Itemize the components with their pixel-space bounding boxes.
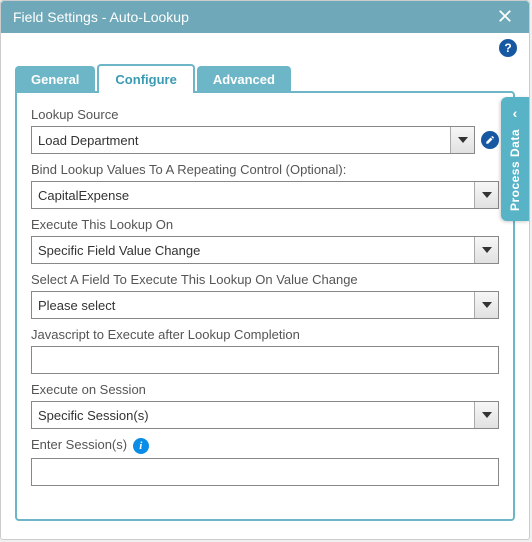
chevron-down-icon	[474, 182, 498, 208]
chevron-down-icon	[474, 402, 498, 428]
select-field-select[interactable]: Please select	[31, 291, 499, 319]
tab-panel-configure: Lookup Source Load Department Bind Looku…	[15, 91, 515, 521]
execute-on-select[interactable]: Specific Field Value Change	[31, 236, 499, 264]
execute-session-select[interactable]: Specific Session(s)	[31, 401, 499, 429]
chevron-left-icon: ‹	[513, 105, 518, 121]
tab-configure[interactable]: Configure	[97, 64, 194, 93]
label-select-field: Select A Field To Execute This Lookup On…	[31, 272, 499, 287]
label-lookup-source: Lookup Source	[31, 107, 499, 122]
label-js-after: Javascript to Execute after Lookup Compl…	[31, 327, 499, 342]
chevron-down-icon	[450, 127, 474, 153]
tabs: General Configure Advanced	[1, 63, 529, 93]
chevron-down-icon	[474, 292, 498, 318]
enter-sessions-input[interactable]	[31, 458, 499, 486]
bind-repeating-select[interactable]: CapitalExpense	[31, 181, 499, 209]
help-row: ?	[1, 33, 529, 63]
js-after-input[interactable]	[31, 346, 499, 374]
select-field-value: Please select	[38, 298, 115, 313]
execute-on-value: Specific Field Value Change	[38, 243, 200, 258]
help-icon[interactable]: ?	[499, 39, 517, 57]
label-bind-repeating: Bind Lookup Values To A Repeating Contro…	[31, 162, 499, 177]
tab-advanced[interactable]: Advanced	[197, 66, 291, 93]
lookup-source-select[interactable]: Load Department	[31, 126, 475, 154]
tab-general[interactable]: General	[15, 66, 95, 93]
execute-session-value: Specific Session(s)	[38, 408, 149, 423]
label-enter-sessions-text: Enter Session(s)	[31, 437, 127, 452]
bind-repeating-value: CapitalExpense	[38, 188, 129, 203]
label-execute-on: Execute This Lookup On	[31, 217, 499, 232]
info-icon[interactable]: i	[133, 438, 149, 454]
edit-lookup-source-button[interactable]	[481, 131, 499, 149]
label-execute-session: Execute on Session	[31, 382, 499, 397]
close-button[interactable]	[489, 1, 521, 33]
label-enter-sessions: Enter Session(s) i	[31, 437, 499, 454]
lookup-source-value: Load Department	[38, 133, 138, 148]
dialog: Field Settings - Auto-Lookup ? General C…	[0, 0, 530, 540]
side-tab-process-data[interactable]: ‹ Process Data	[501, 97, 529, 221]
dialog-title: Field Settings - Auto-Lookup	[13, 9, 189, 25]
dialog-titlebar: Field Settings - Auto-Lookup	[1, 1, 529, 33]
side-tab-label: Process Data	[508, 129, 522, 211]
chevron-down-icon	[474, 237, 498, 263]
